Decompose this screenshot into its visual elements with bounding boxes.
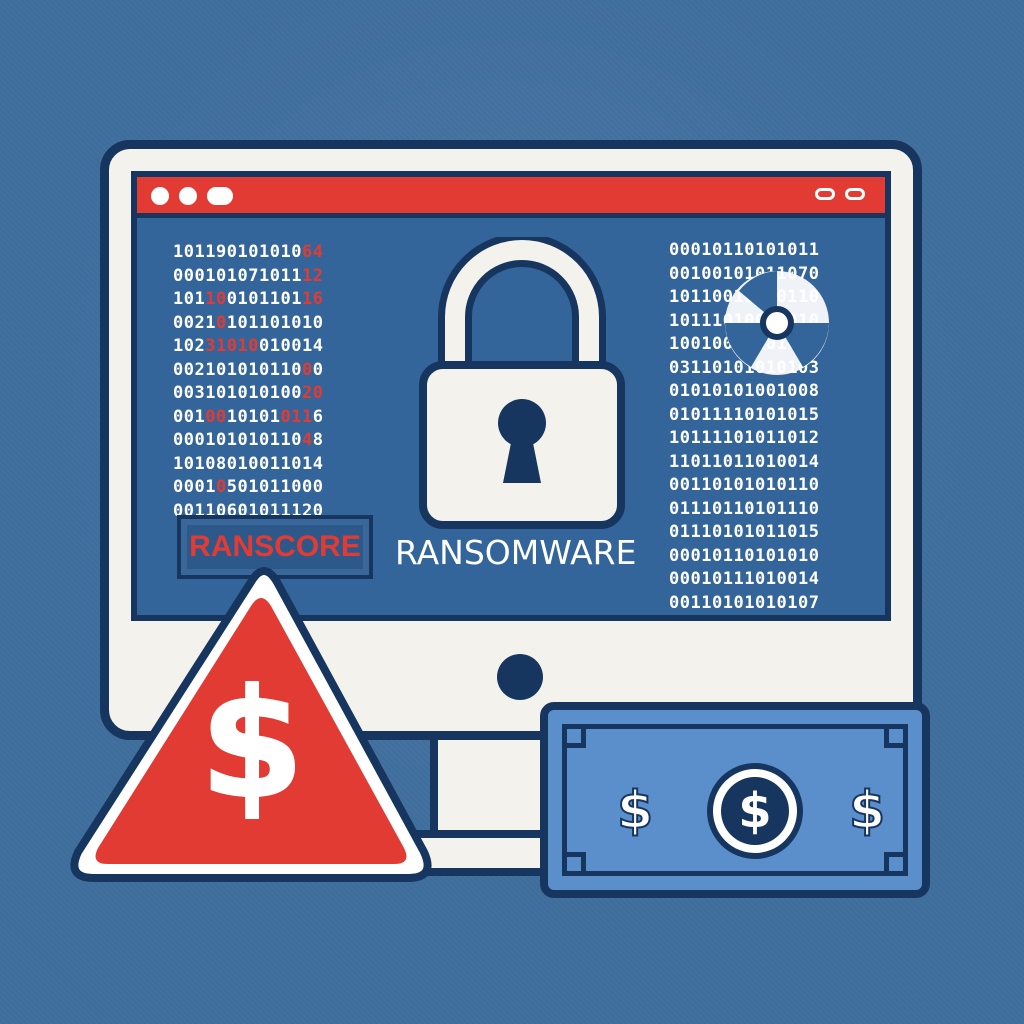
monitor-power-dot: [497, 654, 543, 700]
binary-line: 00010107101112: [173, 265, 324, 286]
binary-line: 00010501011000: [173, 477, 324, 497]
binary-line: 10111101011012: [669, 428, 820, 448]
binary-line: 10108010011014: [173, 453, 324, 474]
binary-line: 00010110101011: [669, 240, 820, 260]
window-control-fill[interactable]: [845, 188, 865, 200]
warning-triangle-icon: $: [70, 567, 432, 882]
banknote-border: $ $ $: [562, 724, 908, 876]
window-dot-minimize[interactable]: [179, 187, 197, 205]
binary-line: 01011110101015: [669, 404, 820, 425]
banknote-corner: [884, 724, 908, 748]
binary-line: 00210101011000: [173, 359, 324, 380]
monitor-screen: 10119010101064 00010107101112 101100101101…: [131, 171, 891, 621]
banknote-center-circle: $: [707, 763, 803, 859]
banknote-corner: [562, 724, 586, 748]
banknote-dollar-left: $: [616, 781, 654, 841]
banknote-dollar-center: $: [721, 777, 789, 845]
binary-line: 10119010101064: [173, 242, 324, 262]
binary-line: 00110101010107: [669, 592, 820, 613]
binary-line: 01010101001008: [669, 381, 820, 401]
banknote-dollar-right: $: [848, 781, 886, 841]
binary-line: 00010110101010: [669, 545, 820, 566]
binary-line: 01110110101110: [669, 498, 820, 519]
padlock-icon: [419, 237, 625, 529]
binary-line: 00210101101010: [173, 312, 324, 333]
banknote-corner: [562, 852, 586, 876]
warning-dollar-sign: $: [200, 658, 304, 832]
binary-line: 00100101010116: [173, 406, 324, 427]
binary-line: 00310101010020: [173, 383, 324, 403]
binary-line: 11011011010014: [669, 451, 820, 472]
window-dot-close[interactable]: [151, 187, 169, 205]
banknote-icon: $ $ $: [540, 702, 930, 898]
window-titlebar: [137, 177, 885, 218]
window-control-restore[interactable]: [815, 188, 835, 200]
binary-line: 10110010110116: [173, 289, 324, 309]
binary-stream-left: 10119010101064 00010107101112 101100101101…: [173, 241, 324, 523]
radiation-hazard-icon: [725, 271, 829, 375]
binary-line: 10231010010014: [173, 336, 324, 356]
binary-line: 00010101011048: [173, 430, 324, 450]
banknote-corner: [884, 852, 908, 876]
binary-line: 01110101011015: [669, 522, 820, 542]
window-dot-maximize[interactable]: [207, 187, 233, 205]
binary-line: 00110101010110: [669, 475, 820, 495]
binary-line: 00010111010014: [669, 569, 820, 589]
